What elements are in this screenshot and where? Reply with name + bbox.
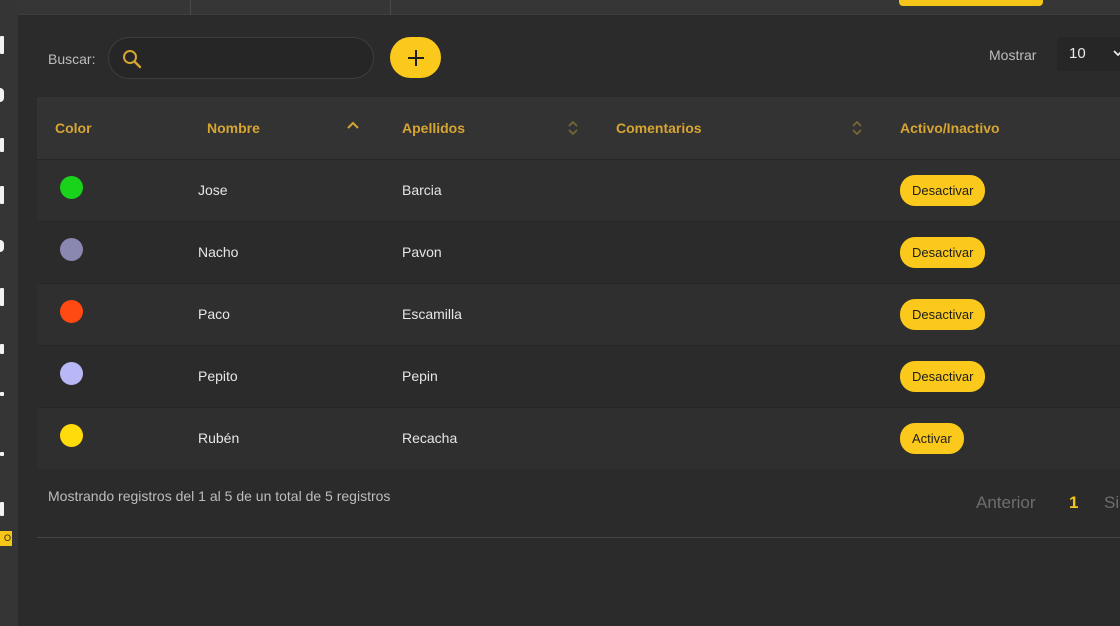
search-icon bbox=[123, 50, 142, 69]
apellidos-cell: Pavon bbox=[402, 244, 442, 260]
sidebar-badge: O bbox=[0, 531, 12, 546]
sidebar-icon[interactable] bbox=[0, 186, 4, 204]
divider bbox=[37, 537, 1120, 538]
sort-icon bbox=[852, 120, 862, 136]
column-header-nombre[interactable]: Nombre bbox=[189, 97, 383, 159]
color-dot bbox=[60, 175, 83, 199]
sidebar-icon[interactable] bbox=[0, 288, 4, 306]
sidebar-icon[interactable] bbox=[0, 452, 4, 456]
nombre-cell: Pepito bbox=[198, 368, 238, 384]
nombre-cell: Jose bbox=[198, 182, 228, 198]
table-header-row: Color Nombre Apellidos Comentarios Activ… bbox=[37, 97, 1120, 159]
tab-divider bbox=[190, 0, 191, 15]
color-cell bbox=[37, 407, 189, 469]
sidebar-icon[interactable] bbox=[0, 88, 4, 102]
nombre-cell: Nacho bbox=[198, 244, 239, 260]
search-input[interactable] bbox=[151, 46, 366, 70]
status-cell: Desactivar bbox=[881, 345, 1120, 407]
sidebar-icon[interactable] bbox=[0, 138, 4, 152]
sidebar-icon[interactable] bbox=[0, 240, 4, 252]
records-info: Mostrando registros del 1 al 5 de un tot… bbox=[48, 488, 391, 504]
deactivate-button[interactable]: Desactivar bbox=[900, 360, 986, 392]
apellidos-cell: Recacha bbox=[402, 430, 458, 447]
apellidos-cell: Escamilla bbox=[402, 306, 462, 322]
sort-asc-icon bbox=[347, 121, 359, 129]
comentarios-cell bbox=[598, 159, 881, 221]
color-dot bbox=[60, 423, 83, 447]
column-header-comentarios[interactable]: Comentarios bbox=[598, 97, 881, 159]
plus-icon bbox=[407, 49, 424, 66]
table-row: Jose Barcia Desactivar bbox=[37, 159, 1120, 221]
page-size-select[interactable]: 10 bbox=[1057, 37, 1120, 71]
deactivate-button[interactable]: Desactivar bbox=[900, 236, 986, 268]
sidebar-icon[interactable] bbox=[0, 392, 4, 396]
data-table: Color Nombre Apellidos Comentarios Activ… bbox=[37, 97, 1120, 469]
table-row: Nacho Pavon Desactivar bbox=[37, 221, 1120, 283]
comentarios-cell bbox=[598, 221, 881, 283]
top-bar bbox=[18, 0, 1120, 15]
column-header-activo[interactable]: Activo/Inactivo bbox=[881, 97, 1120, 159]
sort-icon bbox=[568, 120, 578, 136]
sidebar-icon[interactable] bbox=[0, 502, 4, 516]
sidebar-icon[interactable] bbox=[0, 344, 4, 354]
page-size-value: 10 bbox=[1069, 45, 1086, 62]
column-header-color[interactable]: Color bbox=[37, 97, 189, 159]
nombre-cell: Rubén bbox=[198, 430, 240, 447]
search-label: Buscar: bbox=[48, 51, 96, 67]
status-cell: Activar bbox=[881, 407, 1120, 469]
table-row: Pepito Pepin Desactivar bbox=[37, 345, 1120, 407]
sidebar-icon[interactable] bbox=[0, 36, 4, 54]
color-cell bbox=[37, 221, 189, 283]
top-action-button[interactable] bbox=[899, 0, 1043, 6]
comentarios-cell bbox=[598, 345, 881, 407]
comentarios-cell bbox=[598, 407, 881, 469]
main-content: Buscar: Mostrar 10 Color Nombre Apellido… bbox=[18, 15, 1120, 626]
color-cell bbox=[37, 345, 189, 407]
chevron-down-icon bbox=[1113, 50, 1120, 57]
color-cell bbox=[37, 159, 189, 221]
pagination-next[interactable]: Si bbox=[1104, 493, 1119, 513]
column-header-apellidos[interactable]: Apellidos bbox=[383, 97, 598, 159]
color-dot bbox=[60, 299, 83, 323]
search-box[interactable] bbox=[108, 37, 374, 79]
pagination-page-1[interactable]: 1 bbox=[1069, 493, 1078, 513]
table-row: Rubén Recacha Activar bbox=[37, 407, 1120, 469]
page-size-label: Mostrar bbox=[989, 47, 1037, 63]
apellidos-cell: Pepin bbox=[402, 368, 438, 384]
activate-button[interactable]: Activar bbox=[900, 422, 964, 454]
apellidos-cell: Barcia bbox=[402, 182, 442, 198]
add-button[interactable] bbox=[390, 37, 441, 78]
status-cell: Desactivar bbox=[881, 159, 1120, 221]
sidebar: O bbox=[0, 0, 18, 626]
color-cell bbox=[37, 283, 189, 345]
comentarios-cell bbox=[598, 283, 881, 345]
deactivate-button[interactable]: Desactivar bbox=[900, 174, 986, 206]
nombre-cell: Paco bbox=[198, 306, 230, 322]
deactivate-button[interactable]: Desactivar bbox=[900, 298, 986, 330]
tab-divider bbox=[390, 0, 391, 15]
table-row: Paco Escamilla Desactivar bbox=[37, 283, 1120, 345]
color-dot bbox=[60, 237, 83, 261]
status-cell: Desactivar bbox=[881, 221, 1120, 283]
pagination-previous[interactable]: Anterior bbox=[976, 493, 1036, 513]
status-cell: Desactivar bbox=[881, 283, 1120, 345]
color-dot bbox=[60, 361, 83, 385]
